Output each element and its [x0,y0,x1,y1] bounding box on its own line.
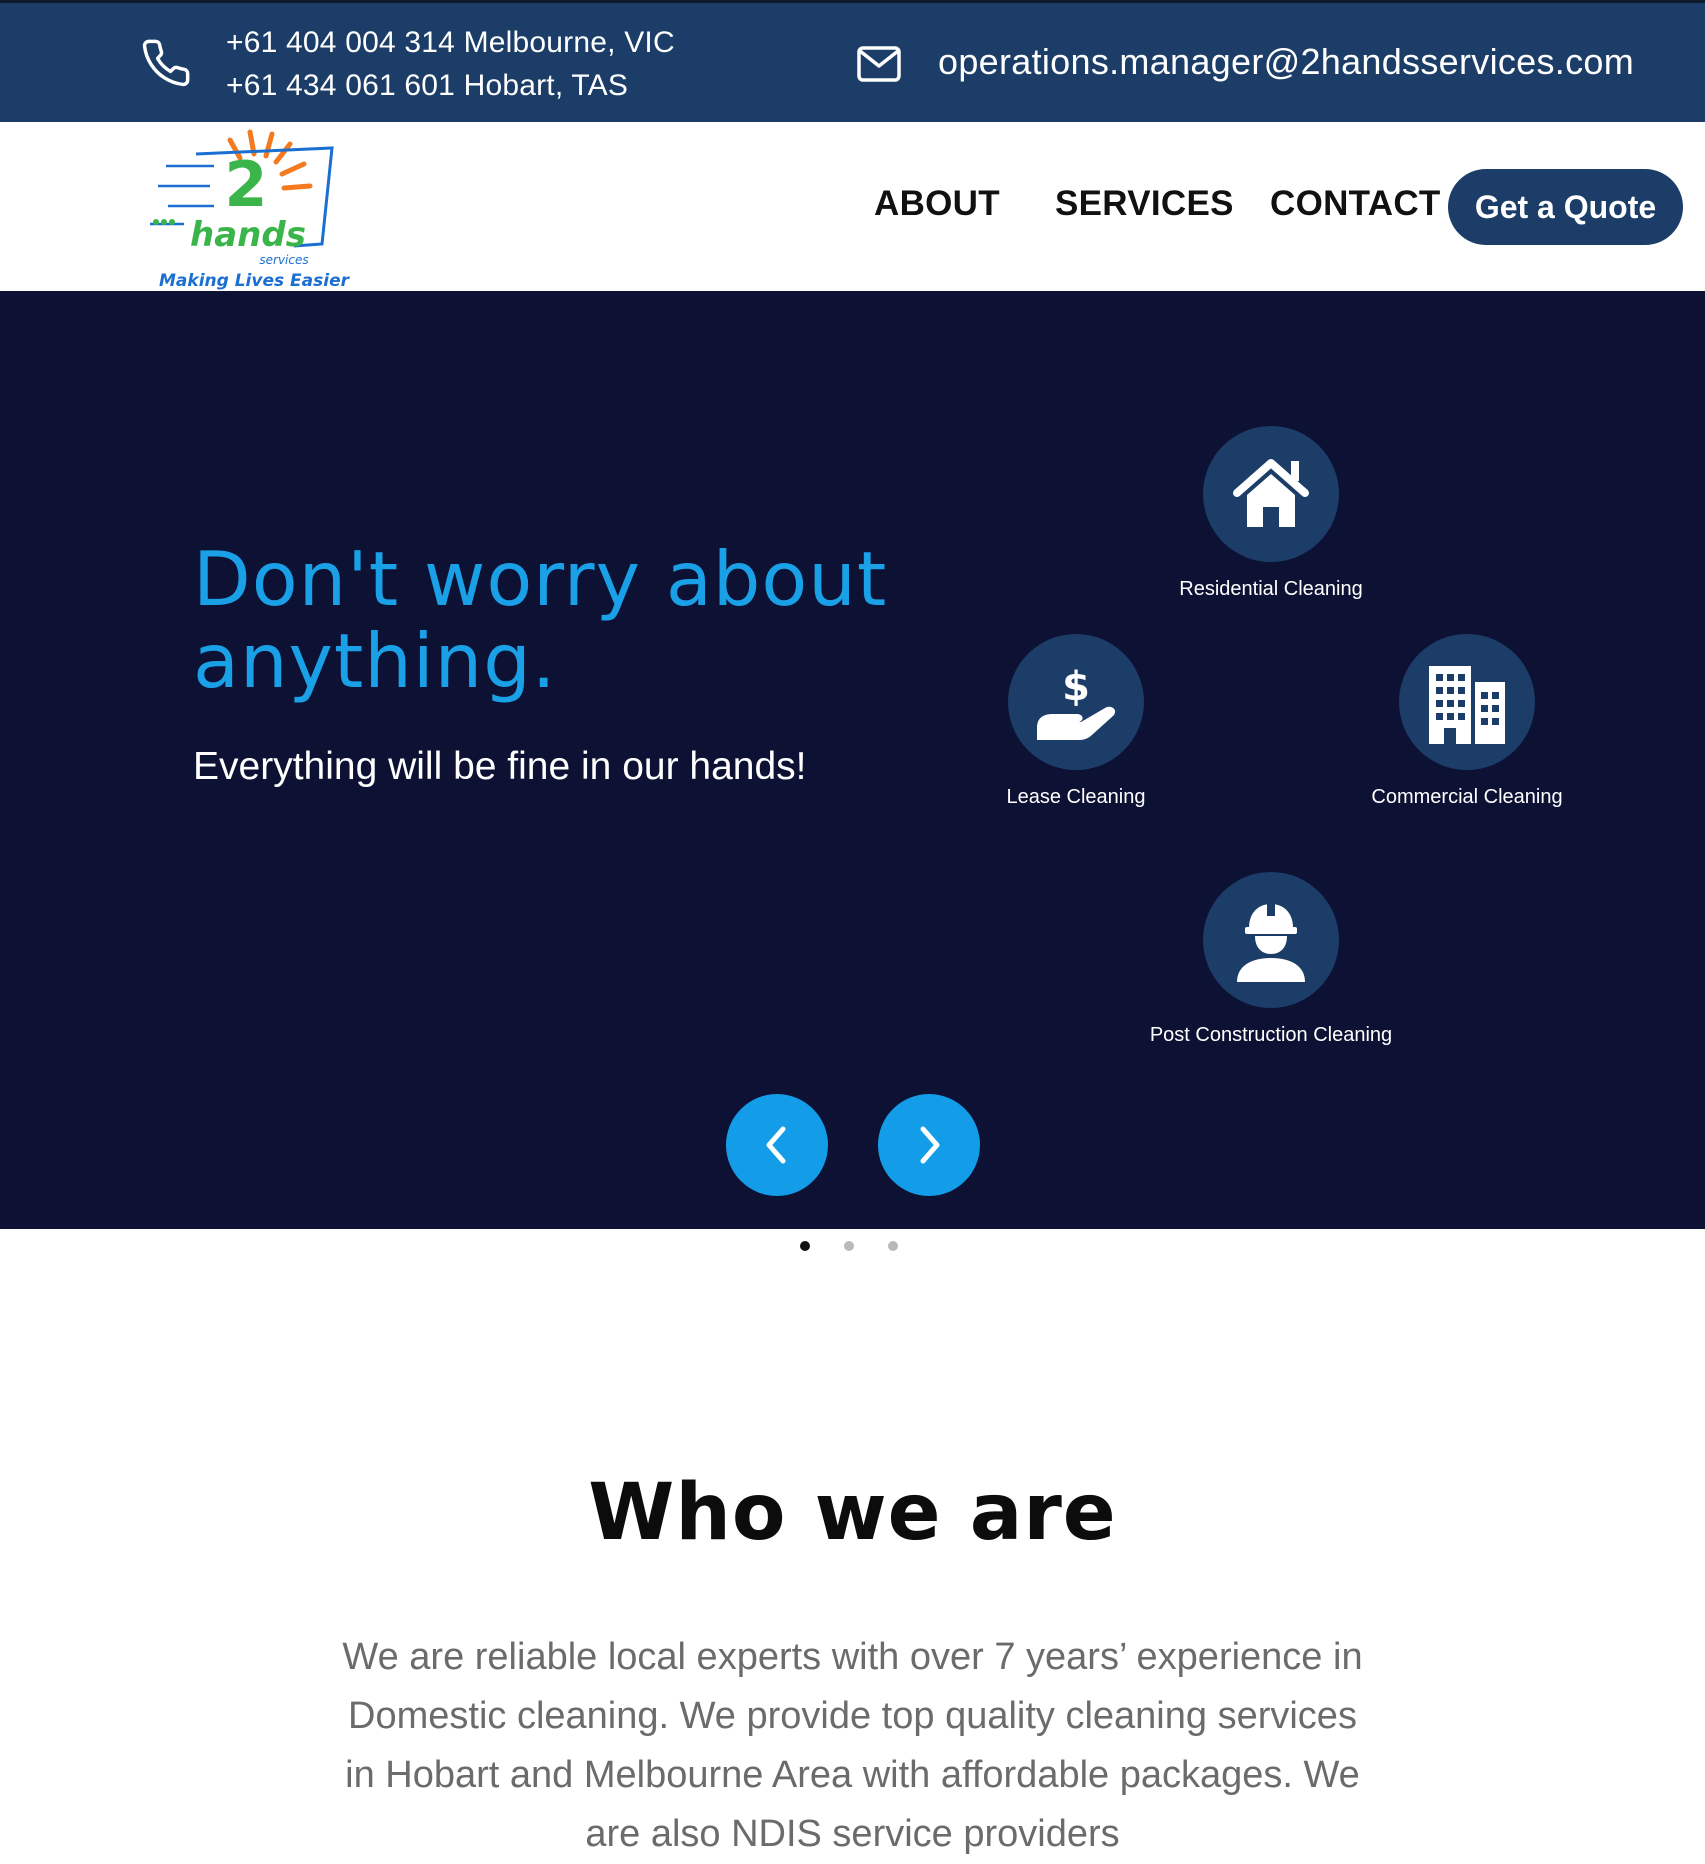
service-lease-cleaning[interactable]: $ Lease Cleaning [966,634,1186,812]
slider-dot[interactable] [888,1241,898,1251]
phone-line-hobart[interactable]: +61 434 061 601 Hobart, TAS [226,64,675,107]
logo-numeral: 2 [224,148,267,221]
slider-next-button[interactable] [878,1094,980,1196]
logo-tagline: Making Lives Easier [159,271,351,291]
hero-title: Don't worry about anything. [193,535,888,705]
nav-about[interactable]: ABOUT [874,184,1000,224]
section-title-who-we-are: Who we are [588,1468,1117,1558]
get-a-quote-button[interactable]: Get a Quote [1448,169,1683,245]
service-post-construction-cleaning[interactable]: Post Construction Cleaning [1121,872,1421,1050]
service-icon-circle [1399,634,1535,770]
service-commercial-cleaning[interactable]: Commercial Cleaning [1357,634,1577,812]
chevron-left-icon [766,1126,786,1164]
nav-contact[interactable]: CONTACT [1270,184,1441,224]
service-label: Lease Cleaning [1006,786,1146,808]
who-we-are-paragraph: We are reliable local experts with over … [342,1636,1363,1855]
dots-graphic [153,219,175,225]
service-label: Post Construction Cleaning [1149,1024,1393,1046]
mail-icon [857,46,901,82]
slider-dot[interactable] [800,1241,810,1251]
email-link[interactable]: operations.manager@2handsservices.com [938,41,1634,83]
slider-dot[interactable] [844,1241,854,1251]
slider-prev-button[interactable] [726,1094,828,1196]
hero-subtitle: Everything will be fine in our hands! [193,745,807,788]
svg-text:$: $ [1062,664,1090,710]
building-icon [1429,666,1505,744]
house-icon [1233,459,1309,527]
service-icon-circle: $ [1008,634,1144,770]
service-label: Residential Cleaning [1179,578,1363,600]
top-contact-bar: +61 404 004 314 Melbourne, VIC +61 434 0… [0,0,1705,122]
nav-services[interactable]: SERVICES [1055,184,1234,224]
service-icon-circle [1203,426,1339,562]
phone-icon [142,39,190,87]
phone-line-melbourne[interactable]: +61 404 004 314 Melbourne, VIC [226,21,675,64]
service-icon-circle [1203,872,1339,1008]
service-residential-cleaning[interactable]: Residential Cleaning [1151,426,1391,604]
logo-word: hands [190,215,306,255]
worker-hardhat-icon [1237,902,1305,982]
logo-small: services [259,253,308,267]
chevron-right-icon [920,1126,940,1164]
phone-numbers: +61 404 004 314 Melbourne, VIC +61 434 0… [226,21,675,107]
hand-dollar-icon: $ [1037,664,1116,740]
service-label: Commercial Cleaning [1371,786,1563,808]
slider-pagination [800,1241,910,1251]
logo[interactable]: 2 hands services Making Lives Easier [144,126,364,291]
